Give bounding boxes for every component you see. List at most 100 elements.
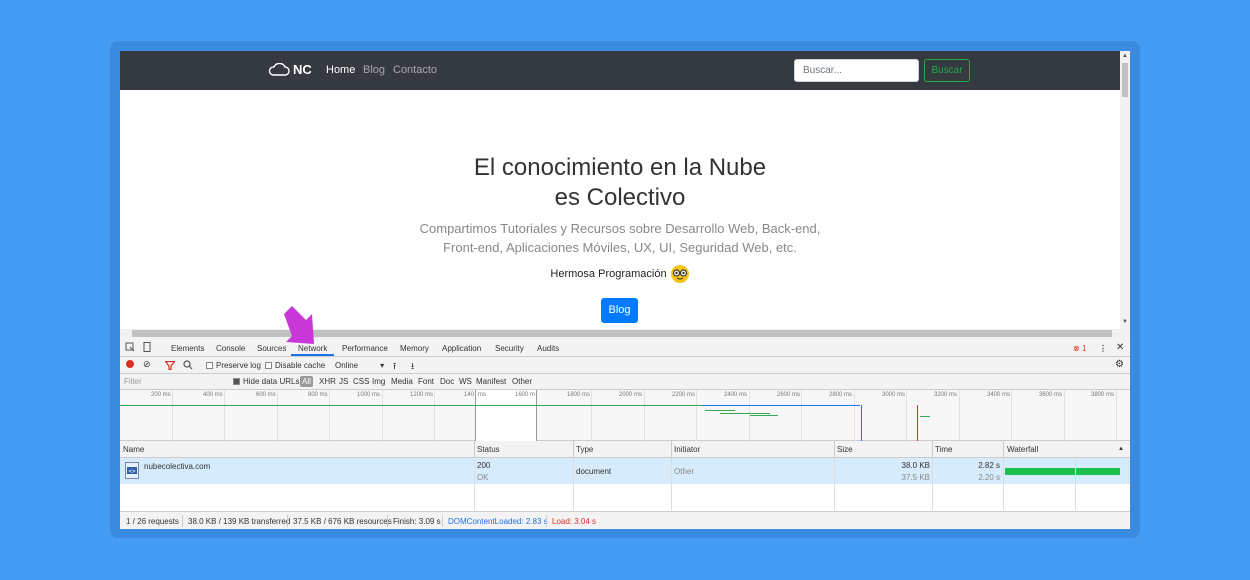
- tab-elements[interactable]: Elements: [171, 344, 204, 353]
- network-overview-timeline[interactable]: 200 ms 400 ms 600 ms 800 ms 1000 ms 1200…: [120, 390, 1130, 441]
- filter-type-ws[interactable]: WS: [459, 377, 472, 386]
- scrollbar-thumb[interactable]: [1122, 63, 1128, 97]
- filter-type-js[interactable]: JS: [339, 377, 348, 386]
- filter-type-media[interactable]: Media: [391, 377, 413, 386]
- overview-gridline: [277, 390, 278, 441]
- column-header-type[interactable]: Type: [576, 445, 593, 454]
- close-icon[interactable]: ✕: [1116, 342, 1124, 353]
- hide-data-urls-checkbox[interactable]: Hide data URLs: [233, 377, 299, 386]
- request-time: 2.82 s: [978, 461, 1000, 470]
- overview-tick: 2400 ms: [724, 392, 748, 398]
- hero-title: El conocimiento en la Nube es Colectivo: [420, 153, 820, 213]
- filter-type-css[interactable]: CSS: [353, 377, 369, 386]
- tab-security[interactable]: Security: [495, 344, 524, 353]
- table-row[interactable]: <> nubecolectiva.com 200 OK document Oth…: [120, 458, 1130, 484]
- checkbox-box[interactable]: [206, 362, 213, 369]
- column-header-time[interactable]: Time: [935, 445, 952, 454]
- clear-icon[interactable]: ⊘: [143, 359, 151, 370]
- overview-tick: 2800 ms: [829, 392, 853, 398]
- network-status-bar: 1 / 26 requests 38.0 KB / 139 KB transfe…: [120, 511, 1130, 529]
- status-requests: 1 / 26 requests: [126, 517, 179, 526]
- page-horizontal-scrollbar[interactable]: [120, 329, 1130, 338]
- tab-application[interactable]: Application: [442, 344, 481, 353]
- nerd-emoji-icon: [670, 265, 689, 283]
- filter-type-xhr[interactable]: XHR: [319, 377, 336, 386]
- tab-console[interactable]: Console: [216, 344, 245, 353]
- page-vertical-scrollbar[interactable]: ▲ ▼: [1120, 51, 1130, 329]
- column-header-status[interactable]: Status: [477, 445, 500, 454]
- checkbox-box[interactable]: [233, 378, 240, 385]
- status-dom-content-loaded: DOMContentLoaded: 2.83 s: [448, 517, 548, 526]
- filter-type-font[interactable]: Font: [418, 377, 434, 386]
- overview-tick: 3200 ms: [934, 392, 958, 398]
- site-navbar: NC Home Blog Contacto Buscar... Buscar: [120, 51, 1120, 90]
- search-icon[interactable]: [183, 360, 193, 370]
- column-divider: [1003, 441, 1004, 458]
- import-har-icon[interactable]: ⭱: [393, 359, 396, 375]
- search-input[interactable]: Buscar...: [794, 59, 919, 82]
- filter-type-other[interactable]: Other: [512, 377, 532, 386]
- hero-subtitle: Compartimos Tutoriales y Recursos sobre …: [390, 219, 850, 257]
- column-header-initiator[interactable]: Initiator: [674, 445, 700, 454]
- request-name[interactable]: nubecolectiva.com: [144, 462, 210, 471]
- overview-gridline: [644, 390, 645, 441]
- tab-audits[interactable]: Audits: [537, 344, 559, 353]
- error-counter[interactable]: ⊗ 1: [1073, 344, 1086, 353]
- overview-gridline: [382, 390, 383, 441]
- throttle-select[interactable]: Online ▾: [335, 361, 384, 370]
- preserve-log-checkbox[interactable]: Preserve log: [206, 361, 261, 370]
- inspect-element-icon[interactable]: [125, 342, 135, 352]
- scroll-down-icon[interactable]: ▼: [1122, 319, 1128, 325]
- checkbox-box[interactable]: [265, 362, 272, 369]
- column-divider: [573, 458, 574, 510]
- overview-gridline: [801, 390, 802, 441]
- hero-tag-text: Hermosa Programación: [550, 268, 667, 280]
- waterfall-bar[interactable]: [1005, 468, 1120, 475]
- hero-blog-button[interactable]: Blog: [601, 298, 638, 323]
- scroll-up-icon[interactable]: ▲: [1122, 53, 1128, 59]
- network-toolbar: ⊘ Preserve log Disable cache Online ▾ ⭱ ⭳…: [120, 357, 1130, 374]
- filter-type-doc[interactable]: Doc: [440, 377, 454, 386]
- chevron-down-icon: ▾: [380, 361, 385, 370]
- device-toolbar-icon[interactable]: [142, 342, 152, 352]
- filter-type-manifest[interactable]: Manifest: [476, 377, 506, 386]
- request-type: document: [576, 467, 612, 476]
- overview-tick: 1200 ms: [410, 392, 434, 398]
- site-brand[interactable]: NC: [268, 62, 312, 77]
- column-divider: [671, 441, 672, 458]
- request-status-code: 200: [477, 461, 491, 470]
- gear-icon[interactable]: ⚙: [1115, 359, 1124, 370]
- filter-icon[interactable]: [165, 361, 175, 370]
- overview-request-bar: [720, 413, 770, 414]
- hscrollbar-thumb[interactable]: [132, 330, 1112, 337]
- overview-tick: 3800 ms: [1091, 392, 1115, 398]
- nav-link-home[interactable]: Home: [326, 64, 355, 76]
- overview-request-bar: [702, 405, 860, 406]
- disable-cache-checkbox[interactable]: Disable cache: [265, 361, 325, 370]
- status-divider: [442, 515, 443, 527]
- column-header-name[interactable]: Name: [123, 445, 144, 454]
- column-divider: [573, 441, 574, 458]
- export-har-icon[interactable]: ⭳: [411, 359, 414, 375]
- filter-input[interactable]: Filter: [124, 377, 142, 386]
- hero-title-line2: es Colectivo: [554, 184, 686, 211]
- hero-tagline: Hermosa Programación: [520, 264, 720, 284]
- column-header-waterfall[interactable]: Waterfall: [1007, 445, 1038, 454]
- overview-gridline: [172, 390, 173, 441]
- overview-request-bar: [920, 416, 930, 417]
- tab-performance[interactable]: Performance: [342, 344, 388, 353]
- overview-request-bar: [705, 410, 735, 411]
- search-button[interactable]: Buscar: [924, 59, 970, 82]
- nav-link-contacto[interactable]: Contacto: [393, 64, 437, 76]
- more-options-icon[interactable]: ⋮: [1099, 344, 1107, 353]
- column-header-size[interactable]: Size: [837, 445, 853, 454]
- column-divider: [1003, 458, 1004, 510]
- record-icon[interactable]: [126, 360, 134, 368]
- sort-ascending-icon[interactable]: ▲: [1118, 446, 1124, 452]
- requests-table-header: Name Status Type Initiator Size Time Wat…: [120, 441, 1130, 458]
- tab-memory[interactable]: Memory: [400, 344, 429, 353]
- filter-type-all[interactable]: All: [300, 376, 313, 387]
- nav-link-blog[interactable]: Blog: [363, 64, 385, 76]
- filter-type-img[interactable]: Img: [372, 377, 385, 386]
- request-status-text: OK: [477, 473, 489, 482]
